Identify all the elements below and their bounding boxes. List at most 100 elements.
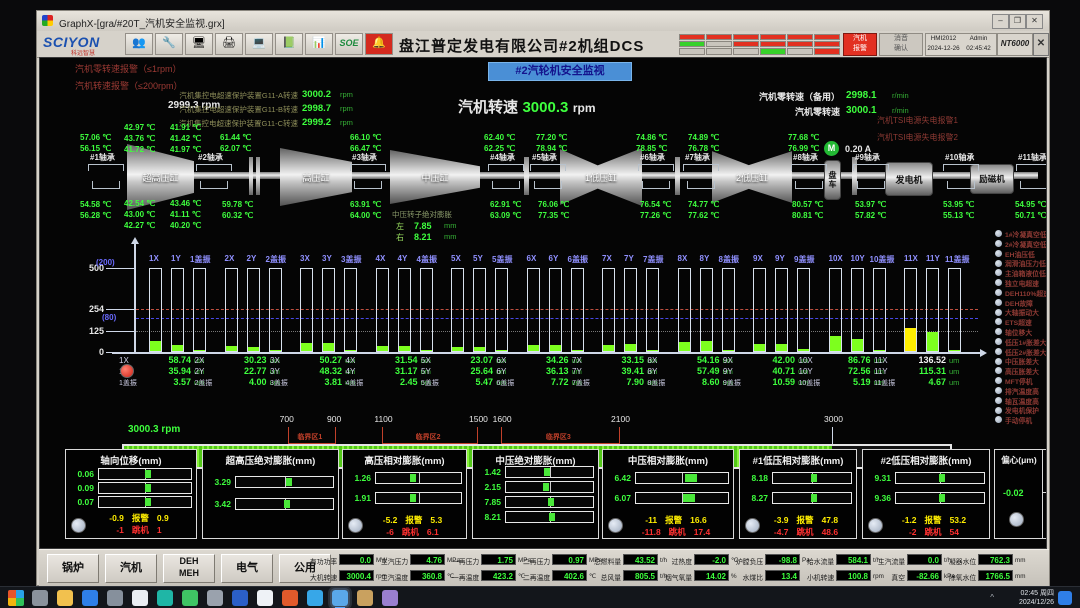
gauge-value-1: 6.07	[605, 493, 631, 503]
taskbar-app-icon-6[interactable]	[182, 590, 198, 606]
restore-button[interactable]: ❐	[1009, 14, 1026, 29]
bearing-3-temp-bottom-0: 63.91 ℃	[350, 199, 381, 210]
vib-bar-frame-4Y	[398, 268, 411, 352]
minimize-button[interactable]: –	[992, 14, 1009, 29]
taskbar-clock[interactable]: 02:45 周四 2024/12/26	[1019, 589, 1054, 607]
gauge-bar-1[interactable]	[895, 492, 985, 504]
vib-x-arrow-icon	[980, 349, 987, 357]
gauge-bar-1[interactable]	[505, 481, 594, 493]
zero-speed-label-1: 汽机零转速	[700, 105, 840, 118]
gauge-bar-1[interactable]	[235, 498, 334, 510]
book-icon[interactable]: 📗	[275, 33, 303, 55]
tray-chevron-icon[interactable]: ^	[990, 593, 994, 602]
taskbar-app-icon-12[interactable]	[332, 590, 348, 606]
metric-label-有功功率: 有功功率	[310, 556, 337, 566]
gauge-bar-0[interactable]	[895, 472, 985, 484]
alarm-ack-button[interactable]: 消音确认	[879, 33, 923, 56]
gauge-bar-3[interactable]	[505, 511, 594, 523]
vib-value-name-11Y: 11Y	[874, 367, 888, 376]
trip-label: 跳机	[797, 527, 814, 537]
taskbar-app-icon-5[interactable]	[157, 590, 173, 606]
vib-value-name-9盖振: 9盖振	[723, 378, 741, 388]
g11-value-0: 3000.2	[302, 89, 331, 100]
notification-icon[interactable]	[1058, 591, 1072, 605]
vib-bar-label-10Y: 10Y	[851, 254, 865, 263]
metric-label-炉膛负压: 炉膛负压	[736, 556, 763, 566]
statusbar-tab-锅炉[interactable]: 锅炉	[47, 554, 99, 583]
gauge-bar-1[interactable]	[375, 492, 462, 504]
vib-bar-frame-6Y	[549, 268, 562, 352]
taskbar-app-icon-11[interactable]	[307, 590, 323, 606]
alarm-bell-icon[interactable]: 🔔	[365, 33, 393, 55]
start-button-icon[interactable]	[8, 590, 24, 606]
gauge-marker	[410, 494, 416, 502]
statusbar-tab-电气[interactable]: 电气	[221, 554, 273, 583]
metric-label-烟气氧量: 烟气氧量	[665, 572, 692, 582]
taskbar-app-icon-0[interactable]	[32, 590, 48, 606]
taskbar-app-icon-7[interactable]	[207, 590, 223, 606]
soe-icon[interactable]: SOE	[335, 33, 363, 55]
vib-bar-label-4盖振: 4盖振	[417, 254, 437, 265]
alarm-label: 报警	[405, 515, 422, 525]
vib-bar-frame-11X	[904, 268, 917, 352]
taskbar-app-icon-3[interactable]	[107, 590, 123, 606]
taskbar-app-icon-1[interactable]	[57, 590, 73, 606]
gauge-bar-0[interactable]	[505, 466, 594, 478]
gauge-bar-0[interactable]	[772, 472, 852, 484]
gauge-bar-0[interactable]	[98, 468, 192, 480]
bearing-7-temp-bottom-1: 77.62 ℃	[688, 210, 719, 221]
monitor-icon[interactable]: 🖥	[185, 33, 213, 55]
gauge-bar-1[interactable]	[98, 482, 192, 494]
trend-icon[interactable]: 📊	[305, 33, 333, 55]
cylinder-label: 中压缸	[421, 171, 448, 184]
vib-y-arrow-icon	[131, 237, 139, 244]
gauge-bar-0[interactable]	[635, 472, 729, 484]
gauge-bar-2[interactable]	[98, 496, 192, 508]
vib-value-7Y: 39.41	[600, 366, 644, 376]
turning-gear-label: 车	[829, 180, 837, 189]
panel-title: 中压绝对膨胀(mm)	[473, 453, 598, 467]
close-button[interactable]: ✕	[1026, 14, 1043, 29]
taskbar-app-icon-9[interactable]	[257, 590, 273, 606]
taskbar-app-icon-2[interactable]	[82, 590, 98, 606]
tools-icon[interactable]: 🔧	[155, 33, 183, 55]
taskbar-app-icon-14[interactable]	[382, 590, 398, 606]
gauge-bar-2[interactable]	[505, 496, 594, 508]
gauge-bar-0[interactable]	[235, 476, 334, 488]
gauge-bar-0[interactable]	[375, 472, 462, 484]
printer-icon[interactable]: 🖨	[215, 33, 243, 55]
vib-bar-fill-5盖振	[496, 350, 507, 351]
bearing-label-9: #9轴承	[855, 152, 880, 163]
taskbar-app-icon-13[interactable]	[357, 590, 373, 606]
trip-label: 跳机	[669, 527, 686, 537]
bearing-8-temp-top-0: 77.68 ℃	[788, 132, 819, 143]
turbine-alarm-button[interactable]: 汽机报警	[843, 33, 877, 56]
g11-unit-1: rpm	[340, 104, 353, 113]
vib-bar-label-3Y: 3Y	[322, 254, 332, 263]
vib-value-7盖振: 7.90	[600, 377, 644, 387]
gauge-bar-1[interactable]	[772, 492, 852, 504]
gauge-center-mark	[550, 482, 551, 492]
taskbar-app-icon-8[interactable]	[232, 590, 248, 606]
title-bar: GraphX-[gra/#20T_汽机安全监视.grx] – ❐ ✕	[37, 11, 1049, 32]
vib-value-name-10X: 10X	[799, 356, 813, 365]
bearing-5-temp-top-1: 78.94 ℃	[536, 143, 567, 154]
statusbar-tab-DEH-MEH[interactable]: DEHMEH	[163, 554, 215, 583]
vib-value-unit-30: um	[949, 356, 959, 365]
taskbar-app-icon-10[interactable]	[282, 590, 298, 606]
toolbar-close-icon[interactable]: ✕	[1033, 33, 1049, 56]
users-icon[interactable]: 👥	[125, 33, 153, 55]
metric-label-水煤比: 水煤比	[736, 572, 763, 582]
gauge-bar-1[interactable]	[635, 492, 729, 504]
panel-title: #2低压相对膨胀(mm)	[863, 453, 989, 467]
vib-bar-frame-11盖振	[948, 268, 961, 352]
cylinder-中压缸: 中压缸	[390, 150, 480, 204]
display-icon[interactable]: 💻	[245, 33, 273, 55]
speed-gauge-readout: 3000.3 rpm	[128, 424, 180, 435]
bearing-2-temp-bottom-1: 60.32 ℃	[222, 210, 253, 221]
statusbar-tab-汽机[interactable]: 汽机	[105, 554, 157, 583]
gauge-marker	[145, 470, 151, 478]
taskbar-app-icon-4[interactable]	[132, 590, 148, 606]
main-speed-label: 汽机转速	[458, 99, 518, 116]
vib-bar-fill-11盖振	[949, 350, 960, 351]
